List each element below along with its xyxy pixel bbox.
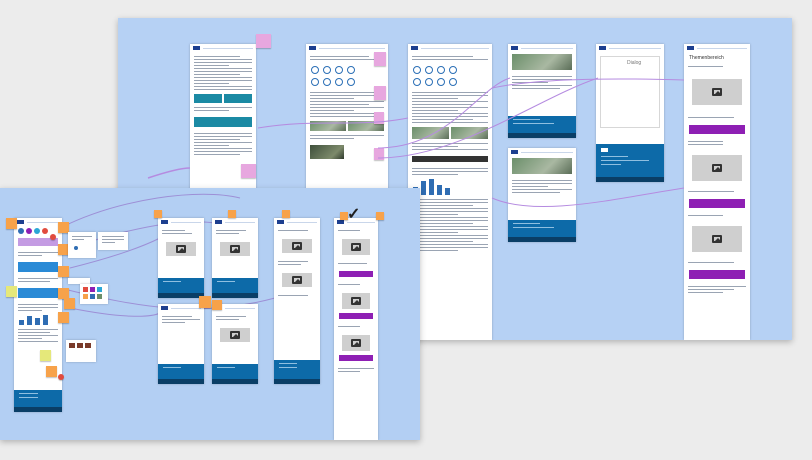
sticky-note[interactable] [6, 218, 17, 229]
frame-page-e[interactable] [274, 218, 320, 384]
bottom-board: ✓ [0, 188, 420, 440]
checkmark-icon: ✓ [347, 206, 361, 223]
image-placeholder-icon [351, 297, 361, 305]
frame-page-c[interactable] [158, 304, 204, 384]
sticky-note[interactable] [58, 312, 69, 323]
frame-page-f[interactable] [334, 218, 378, 440]
sticky-note[interactable] [40, 350, 51, 361]
image-placeholder-icon [292, 276, 302, 284]
sticky-note[interactable] [212, 300, 222, 310]
image-placeholder-icon [230, 331, 240, 339]
mini-diagram[interactable] [68, 232, 96, 258]
image-placeholder-icon [176, 245, 186, 253]
sticky-marker[interactable] [50, 234, 56, 240]
sticky-note[interactable] [6, 286, 17, 297]
image-placeholder-icon [230, 245, 240, 253]
mini-grid[interactable] [80, 284, 108, 304]
image-placeholder-icon [292, 242, 302, 250]
sticky-note[interactable] [282, 210, 290, 218]
image-placeholder-icon [351, 243, 361, 251]
frame-page-d[interactable] [212, 304, 258, 384]
mini-card[interactable] [98, 232, 128, 250]
sticky-note[interactable] [228, 210, 236, 218]
frame-sitemap[interactable] [14, 218, 62, 412]
frame-page-a[interactable] [158, 218, 204, 298]
frame-page-b[interactable] [212, 218, 258, 298]
sticky-marker[interactable] [58, 374, 64, 380]
sticky-note[interactable] [46, 366, 57, 377]
mini-card[interactable] [66, 340, 96, 362]
image-placeholder-icon [351, 339, 361, 347]
sticky-note[interactable] [58, 266, 69, 277]
sticky-note[interactable] [199, 296, 211, 308]
sticky-note[interactable] [64, 298, 75, 309]
sticky-note[interactable] [376, 212, 384, 220]
sticky-note[interactable] [154, 210, 162, 218]
